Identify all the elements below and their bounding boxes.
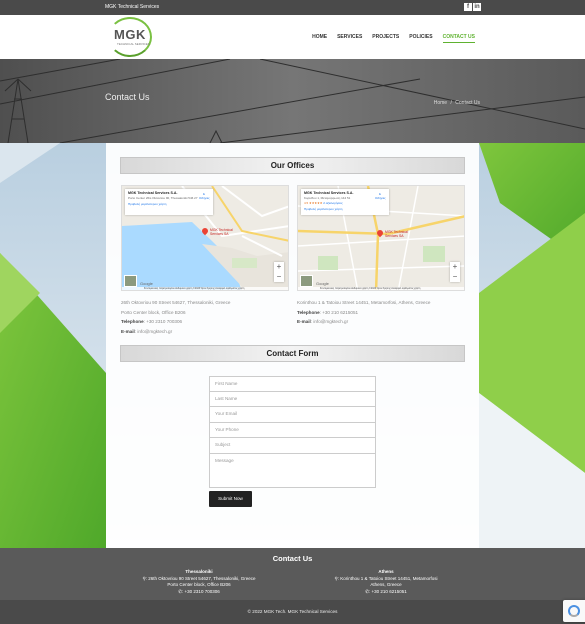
map-place-address: Porto Center 26is Oktovriou 90, Thessalo…: [128, 196, 198, 200]
top-bar-company: MGK Technical Services: [105, 4, 160, 10]
map-larger-link[interactable]: Προβολή μεγαλύτερου χάρτη: [128, 202, 210, 206]
contact-form-heading: Contact Form: [120, 345, 465, 362]
google-logo: Google: [316, 281, 329, 286]
map-place-name: MGK Technical Services S.A.: [304, 191, 354, 195]
breadcrumb-separator: /: [450, 100, 452, 106]
google-logo: Google: [140, 281, 153, 286]
phone-field[interactable]: Your Phone: [209, 422, 376, 438]
footer-address-text: : Korinthou 1 & Tatoiou Street 14451, Me…: [337, 575, 438, 581]
main-nav: HOME SERVICES PROJECTS POLICIES CONTACT …: [312, 34, 475, 43]
email-row: E-mail: info@mgktech.gr: [297, 317, 469, 327]
map-rating: 4.5 ★★★★★ 2 αξιολογήσεις: [304, 201, 386, 205]
first-name-field[interactable]: First Name: [209, 376, 376, 392]
nav-contact-us[interactable]: CONTACT US: [442, 34, 475, 43]
offices-heading: Our Offices: [120, 157, 465, 174]
subject-field[interactable]: Subject: [209, 438, 376, 454]
site-footer: Contact Us Thessaloniki ⚲: 26th Oktovrio…: [0, 548, 585, 600]
map-zoom-controls: + −: [274, 262, 284, 282]
recaptcha-badge[interactable]: [563, 600, 585, 622]
hero-background-image: [0, 59, 585, 143]
footer-phone-text[interactable]: : +30 210 6215051: [369, 589, 407, 594]
map-attribution: Συντομεύσεις πληκτρολογίου Δεδομένα χάρτ…: [298, 287, 464, 290]
map-layer-thumbnail[interactable]: [300, 275, 313, 287]
directions-icon[interactable]: ➤ Οδηγίες: [199, 192, 210, 200]
map-larger-link[interactable]: Προβολή μεγαλύτερου χάρτη: [304, 207, 386, 211]
logo-mark: MGK: [114, 27, 146, 42]
address-thessaloniki: 26th Oktovriou 90 Street 54627, Thessalo…: [121, 298, 293, 336]
address-line: 26th Oktovriou 90 Street 54627, Thessalo…: [121, 300, 231, 305]
social-links: f in: [464, 3, 481, 11]
footer-phone: ✆: +30 2310 700306: [109, 589, 289, 596]
copyright-bar: © 2022 MGK Tech. MGK Technical Services: [0, 600, 585, 624]
phone-label: Telephone: [121, 319, 144, 324]
map-pin-label: MGK Technical Services SA: [210, 228, 233, 236]
map-place-address: Κορίνθου 1, Μεταμόρφωση 144 51: [304, 196, 351, 200]
email-row: E-mail: info@mgktech.gr: [121, 327, 293, 337]
facebook-icon[interactable]: f: [464, 3, 472, 11]
directions-label: Οδηγίες: [199, 196, 210, 200]
zoom-in-icon[interactable]: +: [274, 262, 284, 272]
zoom-out-icon[interactable]: −: [450, 272, 460, 282]
map-info-card: MGK Technical Services S.A. Porto Center…: [125, 189, 213, 215]
phone-value[interactable]: : +30 210 6215051: [320, 310, 358, 315]
nav-projects[interactable]: PROJECTS: [372, 34, 399, 43]
breadcrumb-home[interactable]: Home: [434, 100, 447, 106]
map-place-name: MGK Technical Services S.A.: [128, 191, 178, 195]
top-bar: MGK Technical Services f in: [0, 0, 585, 15]
map-layer-thumbnail[interactable]: [124, 275, 137, 287]
submit-button[interactable]: Submit Now: [209, 491, 252, 507]
contact-form: First Name Last Name Your Email Your Pho…: [209, 376, 376, 488]
nav-home[interactable]: HOME: [312, 34, 327, 43]
phone-row: Telephone: +30 210 6215051: [297, 308, 469, 318]
email-field[interactable]: Your Email: [209, 407, 376, 423]
map-athens[interactable]: MGK Technical Services S.A. Κορίνθου 1, …: [297, 185, 465, 291]
footer-phone-text[interactable]: : +30 2310 700306: [182, 589, 220, 594]
address-athens: Korinthou 1 & Tatoiou Street 14451, Meta…: [297, 298, 469, 327]
nav-policies[interactable]: POLICIES: [409, 34, 432, 43]
phone-value[interactable]: : +30 2310 700306: [144, 319, 182, 324]
email-value[interactable]: : info@mgktech.gr: [135, 329, 172, 334]
message-field[interactable]: Message: [209, 453, 376, 488]
last-name-field[interactable]: Last Name: [209, 391, 376, 407]
map-thessaloniki[interactable]: MGK Technical Services S.A. Porto Center…: [121, 185, 289, 291]
breadcrumb-current: Contact Us: [455, 100, 480, 106]
footer-athens: Athens ⚲: Korinthou 1 & Tatoiou Street 1…: [296, 569, 476, 595]
address-line: Porto Center block, Office B206: [121, 309, 186, 315]
linkedin-icon[interactable]: in: [473, 3, 481, 11]
page-hero: Contact Us Home / Contact Us: [0, 59, 585, 143]
site-header: MGK TECHNICAL SERVICES HOME SERVICES PRO…: [0, 15, 585, 59]
email-value[interactable]: : info@mgktech.gr: [311, 319, 348, 324]
phone-row: Telephone: +30 2310 700306: [121, 317, 293, 327]
map-attribution: Συντομεύσεις πληκτρολογίου Δεδομένα χάρτ…: [122, 287, 288, 290]
map-info-card: MGK Technical Services S.A. Κορίνθου 1, …: [301, 189, 389, 215]
email-label: E-mail: [121, 328, 135, 334]
phone-label: Telephone: [297, 309, 320, 315]
map-zoom-controls: + −: [450, 262, 460, 282]
directions-label: Οδηγίες: [375, 196, 386, 200]
map-reviews-link[interactable]: 2 αξιολογήσεις: [323, 201, 342, 205]
address-line: Korinthou 1 & Tatoiou Street 14451, Meta…: [297, 300, 431, 305]
page-title: Contact Us: [105, 92, 150, 102]
recaptcha-icon: [568, 605, 580, 617]
footer-thessaloniki: Thessaloniki ⚲: 26th Oktovriou 90 Street…: [109, 569, 289, 595]
breadcrumb: Home / Contact Us: [434, 100, 480, 106]
zoom-in-icon[interactable]: +: [450, 262, 460, 272]
site-logo[interactable]: MGK TECHNICAL SERVICES: [108, 17, 152, 57]
map-pin-label: MGK Technical Services SA: [385, 230, 408, 238]
directions-icon[interactable]: ➤ Οδηγίες: [375, 192, 386, 200]
footer-heading: Contact Us: [272, 554, 313, 563]
logo-tagline: TECHNICAL SERVICES: [117, 42, 150, 46]
email-label: E-mail: [297, 319, 311, 324]
nav-services[interactable]: SERVICES: [337, 34, 362, 43]
zoom-out-icon[interactable]: −: [274, 272, 284, 282]
footer-address-text: : 26th Oktovriou 90 Street 54627, Thessa…: [145, 575, 256, 581]
footer-phone: ✆: +30 210 6215051: [296, 589, 476, 596]
map-rating-stars: 4.5 ★★★★★: [304, 201, 323, 205]
